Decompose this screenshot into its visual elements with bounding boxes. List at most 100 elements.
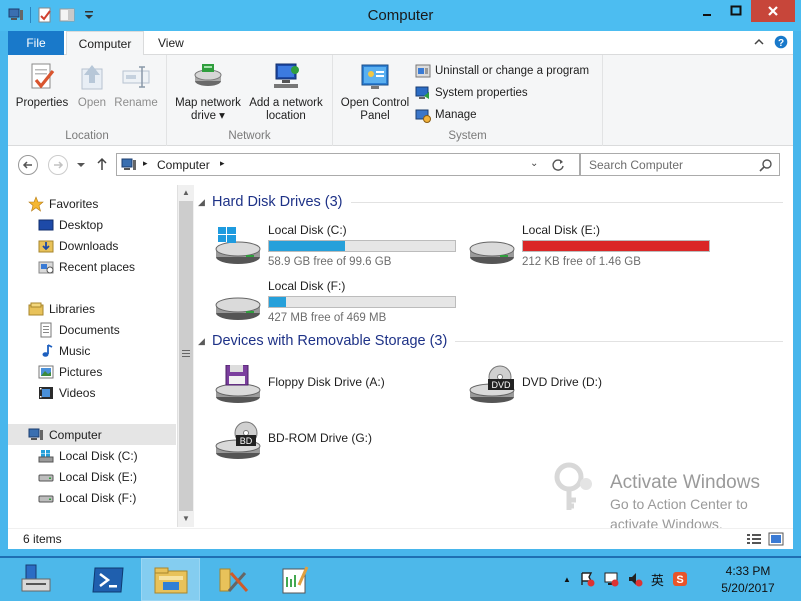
details-view-icon[interactable] <box>746 532 762 546</box>
nav-recent-places[interactable]: Recent places <box>8 256 176 277</box>
open-control-panel-label-2: Panel <box>360 110 390 122</box>
breadcrumb-computer[interactable]: Computer <box>157 158 210 172</box>
drive-c-tile[interactable]: Local Disk (C:) 58.9 GB free of 99.6 GB <box>214 221 464 271</box>
help-icon[interactable]: ? <box>774 35 788 52</box>
open-label: Open <box>77 97 107 109</box>
nav-drive-e[interactable]: Local Disk (E:) <box>8 466 176 487</box>
notepad-button[interactable] <box>264 558 323 601</box>
nav-libraries[interactable]: Libraries <box>8 298 176 319</box>
show-hidden-icons-icon[interactable]: ▲ <box>563 575 571 584</box>
explorer-window: Computer File Computer View ? Properties… <box>0 0 801 556</box>
nav-scrollbar[interactable]: ▲ ▼ <box>177 185 194 527</box>
drive-f-usage-fill <box>269 297 286 307</box>
recent-locations-icon[interactable] <box>76 159 86 173</box>
file-explorer-button[interactable] <box>141 558 200 601</box>
nav-desktop-label: Desktop <box>59 217 104 232</box>
open-button[interactable]: Open <box>72 61 112 110</box>
add-network-location-label-2: location <box>266 110 306 122</box>
nav-videos-label: Videos <box>59 385 96 400</box>
item-count: 6 items <box>23 532 62 546</box>
volume-icon[interactable] <box>627 571 643 587</box>
forward-button[interactable] <box>48 155 68 175</box>
search-icon[interactable] <box>759 158 773 172</box>
nav-desktop[interactable]: Desktop <box>8 214 176 235</box>
action-center-icon[interactable] <box>579 571 595 587</box>
taskbar: ▲ 英 S 4:33 PM 5/20/2017 <box>0 558 801 601</box>
properties-button[interactable]: Properties <box>14 61 70 110</box>
nav-drive-c[interactable]: Local Disk (C:) <box>8 445 176 466</box>
tab-computer[interactable]: Computer <box>66 31 144 56</box>
control-panel-icon <box>359 61 391 93</box>
large-icons-view-icon[interactable] <box>768 532 784 546</box>
map-network-drive-button[interactable]: Map network drive ▾ <box>171 61 245 123</box>
drive-c-name: Local Disk (C:) <box>268 223 347 237</box>
nav-recent-places-label: Recent places <box>59 259 136 274</box>
floppy-drive-tile[interactable]: Floppy Disk Drive (A:) <box>214 359 464 409</box>
title-bar[interactable]: Computer <box>0 0 801 31</box>
collapse-ribbon-icon[interactable] <box>753 36 765 51</box>
nav-downloads[interactable]: Downloads <box>8 235 176 256</box>
rename-button[interactable]: Rename <box>112 61 160 110</box>
scroll-down-icon[interactable]: ▼ <box>182 514 190 523</box>
uninstall-program-button[interactable]: Uninstall or change a program <box>415 63 589 79</box>
clock[interactable]: 4:33 PM 5/20/2017 <box>712 563 784 597</box>
network-icon[interactable] <box>603 571 619 587</box>
system-properties-button[interactable]: System properties <box>415 85 528 101</box>
notepad-icon <box>282 565 308 593</box>
dvd-drive-tile[interactable]: DVD DVD Drive (D:) <box>468 359 718 409</box>
rename-icon <box>120 61 152 93</box>
add-network-location-button[interactable]: Add a network location <box>245 61 327 123</box>
scroll-up-icon[interactable]: ▲ <box>182 188 190 197</box>
nav-videos[interactable]: Videos <box>8 382 176 403</box>
scroll-thumb[interactable] <box>179 201 193 511</box>
system-properties-label: System properties <box>435 87 528 99</box>
uninstall-label: Uninstall or change a program <box>435 65 590 77</box>
drive-e-tile[interactable]: Local Disk (E:) 212 KB free of 1.46 GB <box>468 221 718 271</box>
back-button[interactable] <box>18 155 38 175</box>
tab-file[interactable]: File <box>8 31 64 55</box>
nav-drive-f[interactable]: Local Disk (F:) <box>8 487 176 508</box>
floppy-drive-name: Floppy Disk Drive (A:) <box>268 375 385 389</box>
minimize-button[interactable] <box>692 0 722 22</box>
nav-music[interactable]: Music <box>8 340 176 361</box>
nav-pictures[interactable]: Pictures <box>8 361 176 382</box>
nav-drive-f-label: Local Disk (F:) <box>59 490 137 505</box>
search-input[interactable] <box>581 154 751 175</box>
breadcrumb-arrow-icon[interactable]: ▸ <box>220 158 225 169</box>
drive-f-tile[interactable]: Local Disk (F:) 427 MB free of 469 MB <box>214 277 464 327</box>
sogou-input-icon[interactable]: S <box>672 571 688 587</box>
svg-text:S: S <box>676 574 683 586</box>
computer-icon <box>121 158 136 170</box>
nav-documents-label: Documents <box>59 322 120 337</box>
nav-favorites[interactable]: Favorites <box>8 193 176 214</box>
nav-documents[interactable]: Documents <box>8 319 176 340</box>
svg-text:BD: BD <box>240 436 253 446</box>
ime-indicator[interactable]: 英 <box>651 570 664 589</box>
nav-drive-e-label: Local Disk (E:) <box>59 469 138 484</box>
powershell-button[interactable] <box>78 558 137 601</box>
tools-button[interactable] <box>204 558 263 601</box>
address-field[interactable]: ▸ Computer ▸ ⌄ <box>116 153 580 176</box>
hdd-group-header[interactable]: ◢ Hard Disk Drives (3) <box>198 192 783 212</box>
removable-group-header[interactable]: ◢ Devices with Removable Storage (3) <box>198 331 783 351</box>
manage-button[interactable]: Manage <box>415 107 477 123</box>
nav-computer[interactable]: Computer <box>8 424 176 445</box>
tab-view[interactable]: View <box>146 31 196 55</box>
server-manager-button[interactable] <box>6 558 65 601</box>
dvd-drive-name: DVD Drive (D:) <box>522 375 602 389</box>
maximize-button[interactable] <box>721 0 751 22</box>
bd-rom-drive-tile[interactable]: BD BD-ROM Drive (G:) <box>214 415 464 465</box>
refresh-icon[interactable] <box>551 158 565 172</box>
address-bar-row: ▸ Computer ▸ ⌄ <box>8 146 793 183</box>
drive-f-usage-bar <box>268 296 456 308</box>
folder-icon <box>154 567 187 593</box>
close-button[interactable] <box>751 0 795 22</box>
up-arrow-icon[interactable] <box>96 157 108 174</box>
open-control-panel-button[interactable]: Open Control Panel <box>337 61 413 123</box>
bd-rom-drive-icon: BD <box>214 421 262 461</box>
hard-drive-icon <box>38 490 54 506</box>
breadcrumb-arrow-icon[interactable]: ▸ <box>143 158 148 169</box>
address-dropdown-icon[interactable]: ⌄ <box>530 158 538 169</box>
minimize-icon <box>703 14 711 16</box>
system-group: Open Control Panel Uninstall or change a… <box>333 55 603 146</box>
